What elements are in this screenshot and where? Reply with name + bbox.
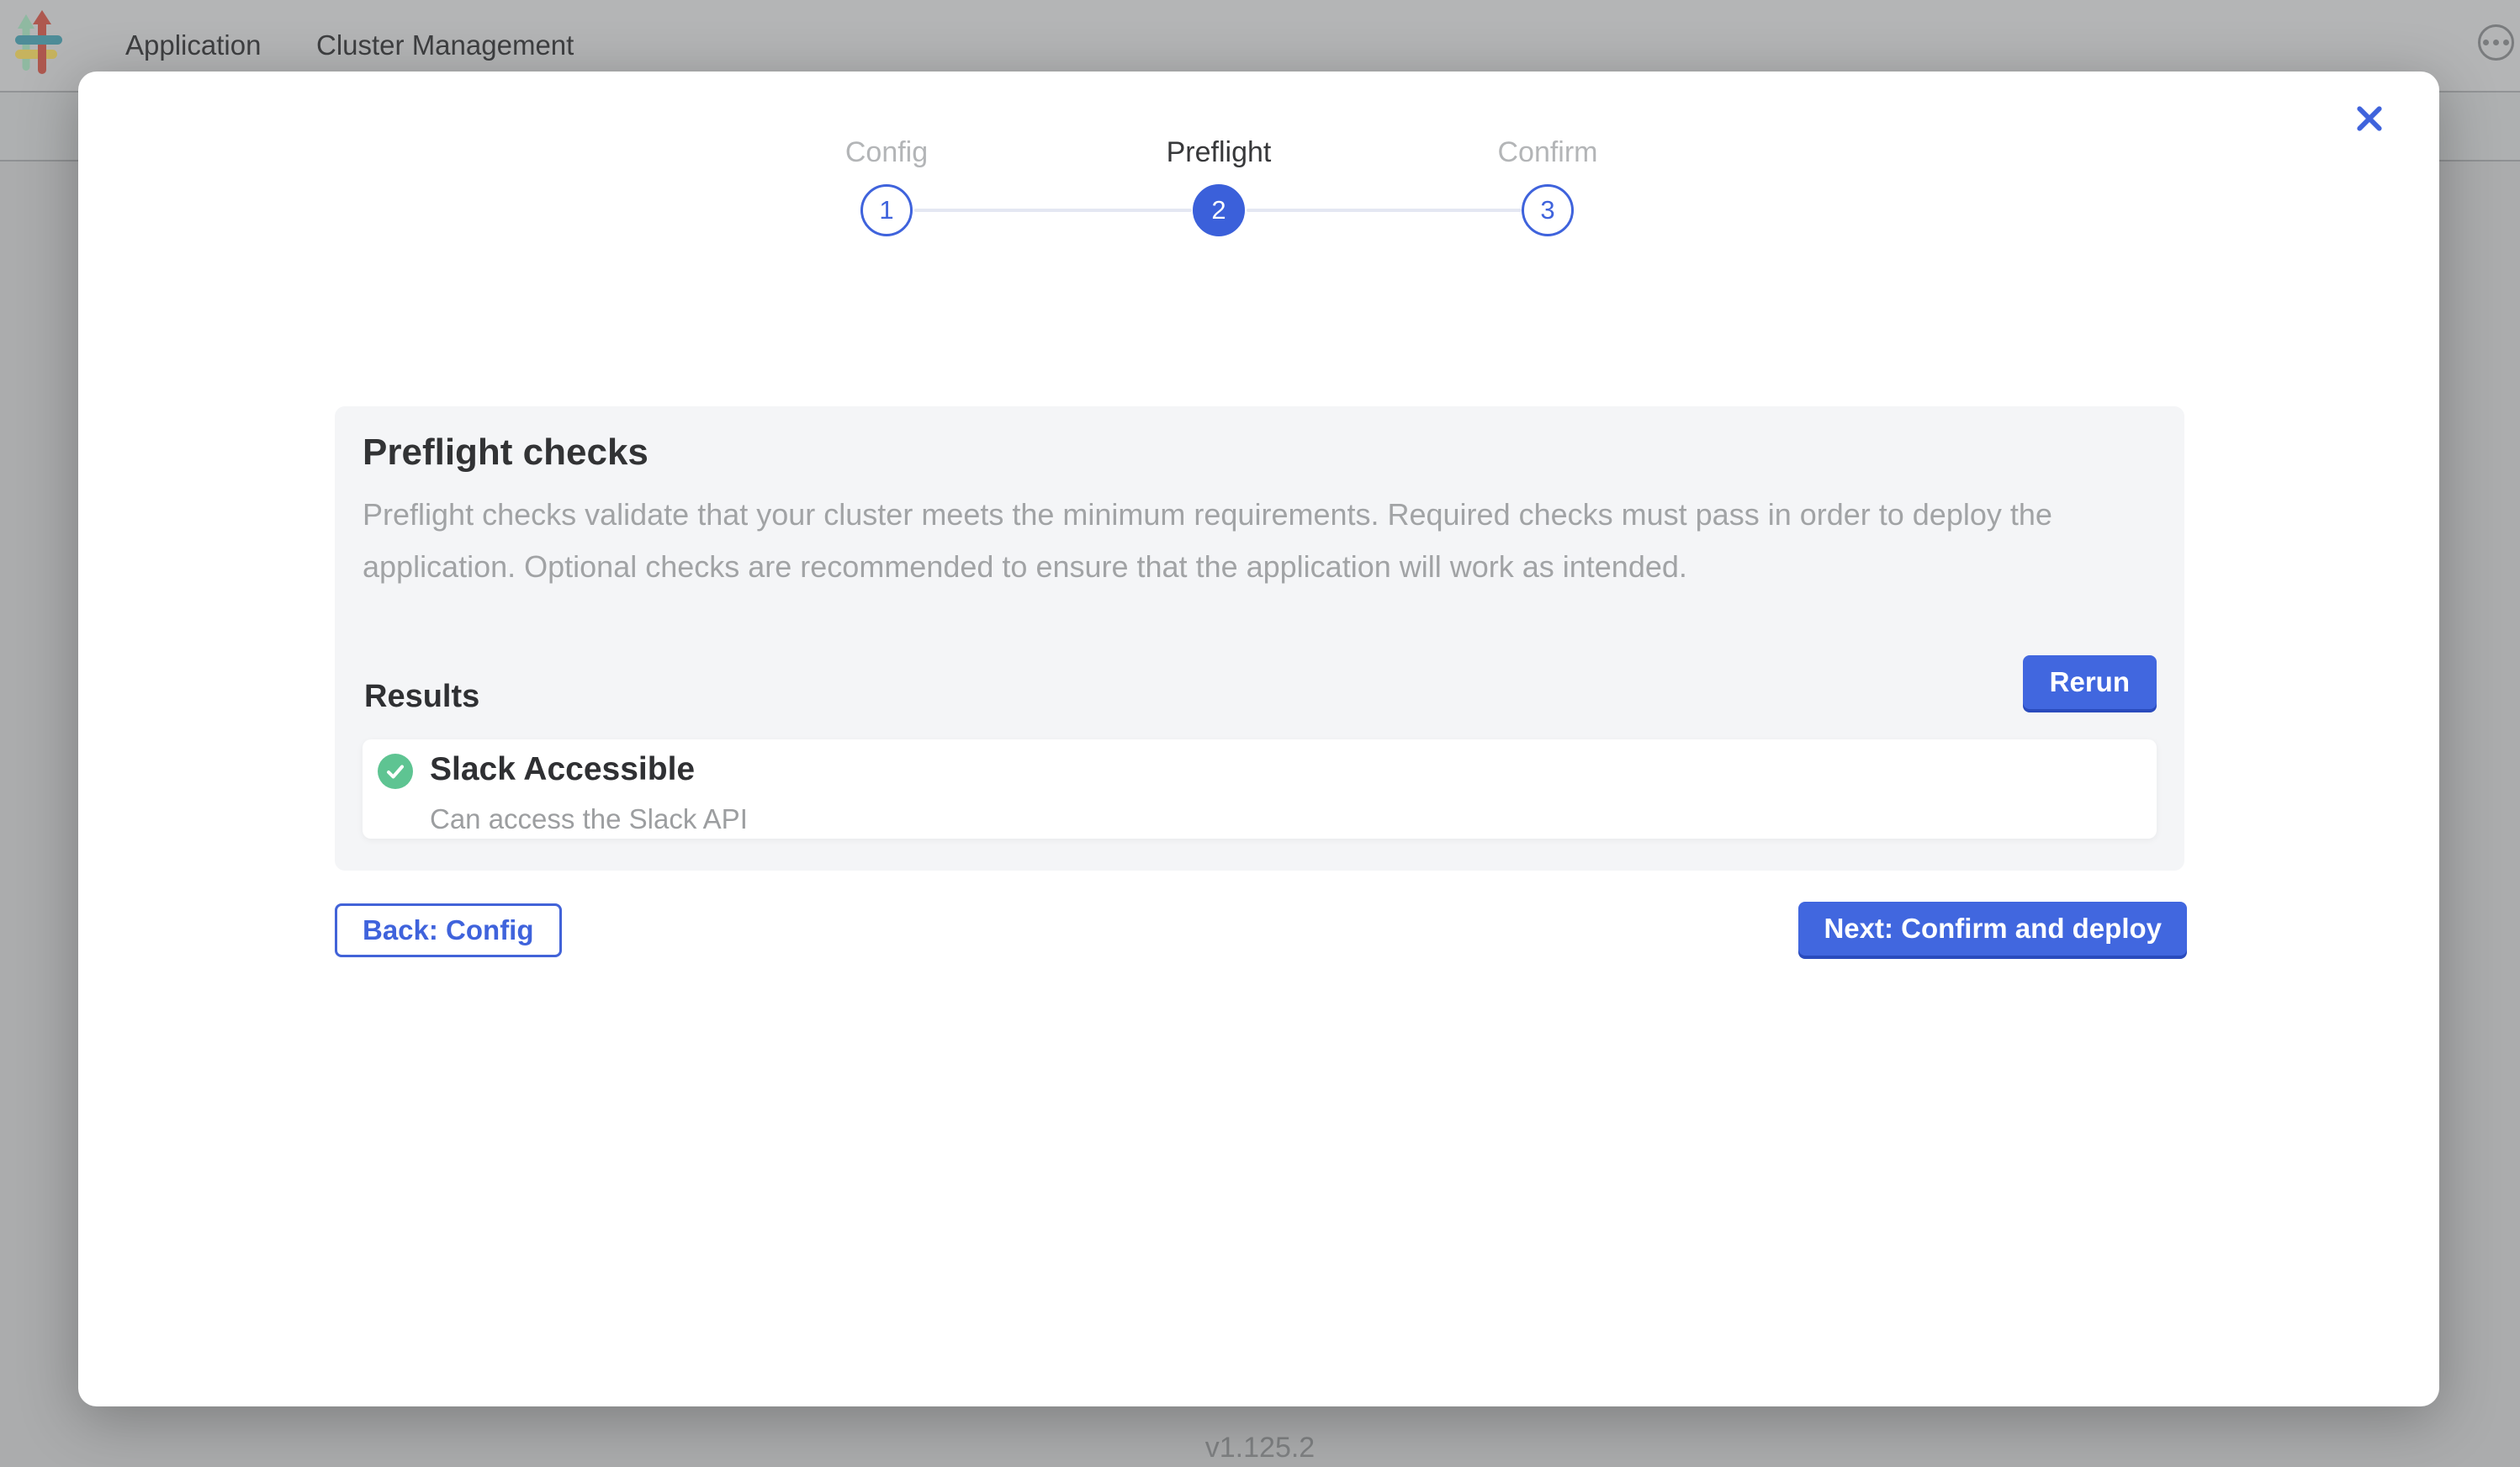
step-config-circle: 1: [860, 184, 913, 236]
step-preflight-circle: 2: [1193, 184, 1245, 236]
nav-item-application-label: Application: [125, 29, 261, 61]
overflow-menu-button[interactable]: [2478, 24, 2514, 61]
preflight-title: Preflight checks: [363, 432, 649, 474]
next-confirm-deploy-button[interactable]: Next: Confirm and deploy: [1798, 902, 2187, 956]
step-config-label: Config: [786, 135, 987, 169]
step-preflight: Preflight 2: [1118, 135, 1320, 236]
results-heading: Results: [364, 679, 479, 715]
back-config-button[interactable]: Back: Config: [335, 903, 562, 957]
preflight-modal: Config 1 Preflight 2 Confirm 3 Preflight…: [78, 71, 2439, 1406]
screen: Application Cluster Management v1.125.2 …: [0, 0, 2520, 1467]
step-preflight-label: Preflight: [1118, 135, 1320, 169]
step-confirm-circle: 3: [1522, 184, 1574, 236]
rerun-button[interactable]: Rerun: [2023, 655, 2157, 709]
app-version: v1.125.2: [0, 1432, 2520, 1464]
check-title: Slack Accessible: [430, 751, 695, 788]
stepper: Config 1 Preflight 2 Confirm 3: [78, 71, 2439, 324]
step-confirm-label: Confirm: [1447, 135, 1649, 169]
check-icon: [385, 761, 405, 781]
app-logo-icon: [15, 10, 62, 77]
preflight-description: Preflight checks validate that your clus…: [363, 489, 2125, 593]
step-confirm: Confirm 3: [1447, 135, 1649, 236]
check-subtitle: Can access the Slack API: [430, 803, 748, 835]
status-badge-pass: [378, 754, 413, 789]
step-config: Config 1: [786, 135, 987, 236]
ellipsis-icon: [2503, 40, 2509, 45]
ellipsis-icon: [2483, 40, 2489, 45]
preflight-card: Preflight checks Preflight checks valida…: [335, 406, 2184, 871]
ellipsis-icon: [2493, 40, 2499, 45]
preflight-result-row: Slack Accessible Can access the Slack AP…: [363, 739, 2157, 839]
nav-item-cluster-management-label: Cluster Management: [316, 29, 574, 61]
